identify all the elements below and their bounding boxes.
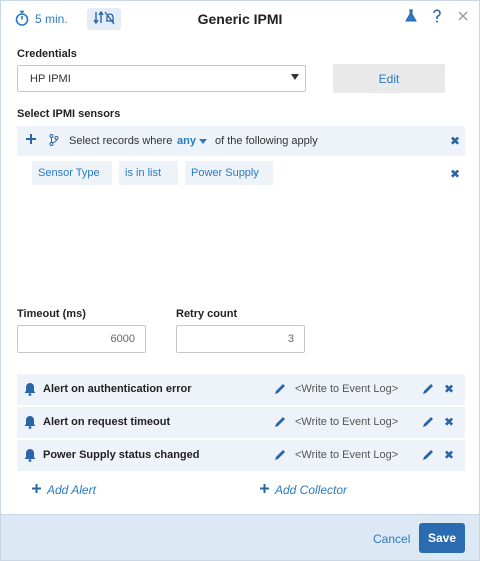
add-collector-label: Add Collector xyxy=(275,483,348,497)
alert-row[interactable]: Power Supply status changed <Write to Ev… xyxy=(17,440,465,471)
alert-row[interactable]: Alert on authentication error <Write to … xyxy=(17,374,465,405)
alert-target: <Write to Event Log> xyxy=(295,449,399,461)
pencil-icon[interactable] xyxy=(422,383,434,398)
filter-suffix-text: of the following apply xyxy=(215,135,318,147)
caret-down-icon xyxy=(291,74,299,80)
edit-credentials-button[interactable]: Edit xyxy=(333,64,445,93)
alert-name: Alert on authentication error xyxy=(43,383,192,395)
alert-row[interactable]: Alert on request timeout <Write to Event… xyxy=(17,407,465,438)
dialog-header: 5 min. Generic IPMI xyxy=(1,1,479,37)
match-mode-dropdown[interactable]: any xyxy=(177,135,196,147)
add-alert-label: Add Alert xyxy=(47,483,96,497)
remove-alert-icon[interactable]: ✖ xyxy=(444,382,454,396)
pencil-icon[interactable] xyxy=(274,383,286,398)
condition-field[interactable]: Sensor Type xyxy=(32,161,112,185)
alert-target: <Write to Event Log> xyxy=(295,383,399,395)
plus-icon xyxy=(259,483,270,497)
remove-alert-icon[interactable]: ✖ xyxy=(444,415,454,429)
alert-name: Alert on request timeout xyxy=(43,416,171,428)
caret-down-icon[interactable] xyxy=(199,139,207,144)
retry-input[interactable]: 3 xyxy=(176,325,305,353)
pencil-icon[interactable] xyxy=(274,449,286,464)
pencil-icon[interactable] xyxy=(422,416,434,431)
credentials-select[interactable]: HP IPMI xyxy=(17,65,306,92)
retry-label: Retry count xyxy=(176,308,238,320)
alert-target: <Write to Event Log> xyxy=(295,416,399,428)
filter-group-header: Select records where any of the followin… xyxy=(17,126,465,156)
save-button[interactable]: Save xyxy=(419,523,465,553)
filter-condition-row: Sensor Type is in list Power Supply ✖ xyxy=(17,157,465,189)
bell-icon xyxy=(24,415,36,432)
bell-icon xyxy=(24,382,36,399)
close-icon[interactable] xyxy=(457,10,469,25)
credentials-label: Credentials xyxy=(17,48,77,60)
cancel-button[interactable]: Cancel xyxy=(373,532,410,546)
branch-icon[interactable] xyxy=(49,134,59,149)
condition-operator[interactable]: is in list xyxy=(119,161,178,185)
dialog-footer: Cancel Save xyxy=(1,514,479,560)
timeout-input[interactable]: 6000 xyxy=(17,325,146,353)
pencil-icon[interactable] xyxy=(422,449,434,464)
credentials-selected-value: HP IPMI xyxy=(30,72,71,85)
remove-alert-icon[interactable]: ✖ xyxy=(444,448,454,462)
timeout-label: Timeout (ms) xyxy=(17,308,86,320)
pencil-icon[interactable] xyxy=(274,416,286,431)
filter-prefix-text: Select records where xyxy=(69,135,173,147)
flask-icon[interactable] xyxy=(405,9,417,26)
add-condition-icon[interactable] xyxy=(25,133,37,148)
add-alert-button[interactable]: Add Alert xyxy=(31,483,96,497)
dialog: 5 min. Generic IPMI Credentials HP IPMI … xyxy=(0,0,480,561)
sensors-label: Select IPMI sensors xyxy=(17,108,121,120)
plus-icon xyxy=(31,483,42,497)
bell-icon xyxy=(24,448,36,465)
condition-value[interactable]: Power Supply xyxy=(185,161,273,185)
add-collector-button[interactable]: Add Collector xyxy=(259,483,347,497)
remove-group-icon[interactable]: ✖ xyxy=(450,134,460,148)
alert-name: Power Supply status changed xyxy=(43,449,200,461)
help-icon[interactable] xyxy=(431,9,443,26)
remove-condition-icon[interactable]: ✖ xyxy=(450,167,460,181)
